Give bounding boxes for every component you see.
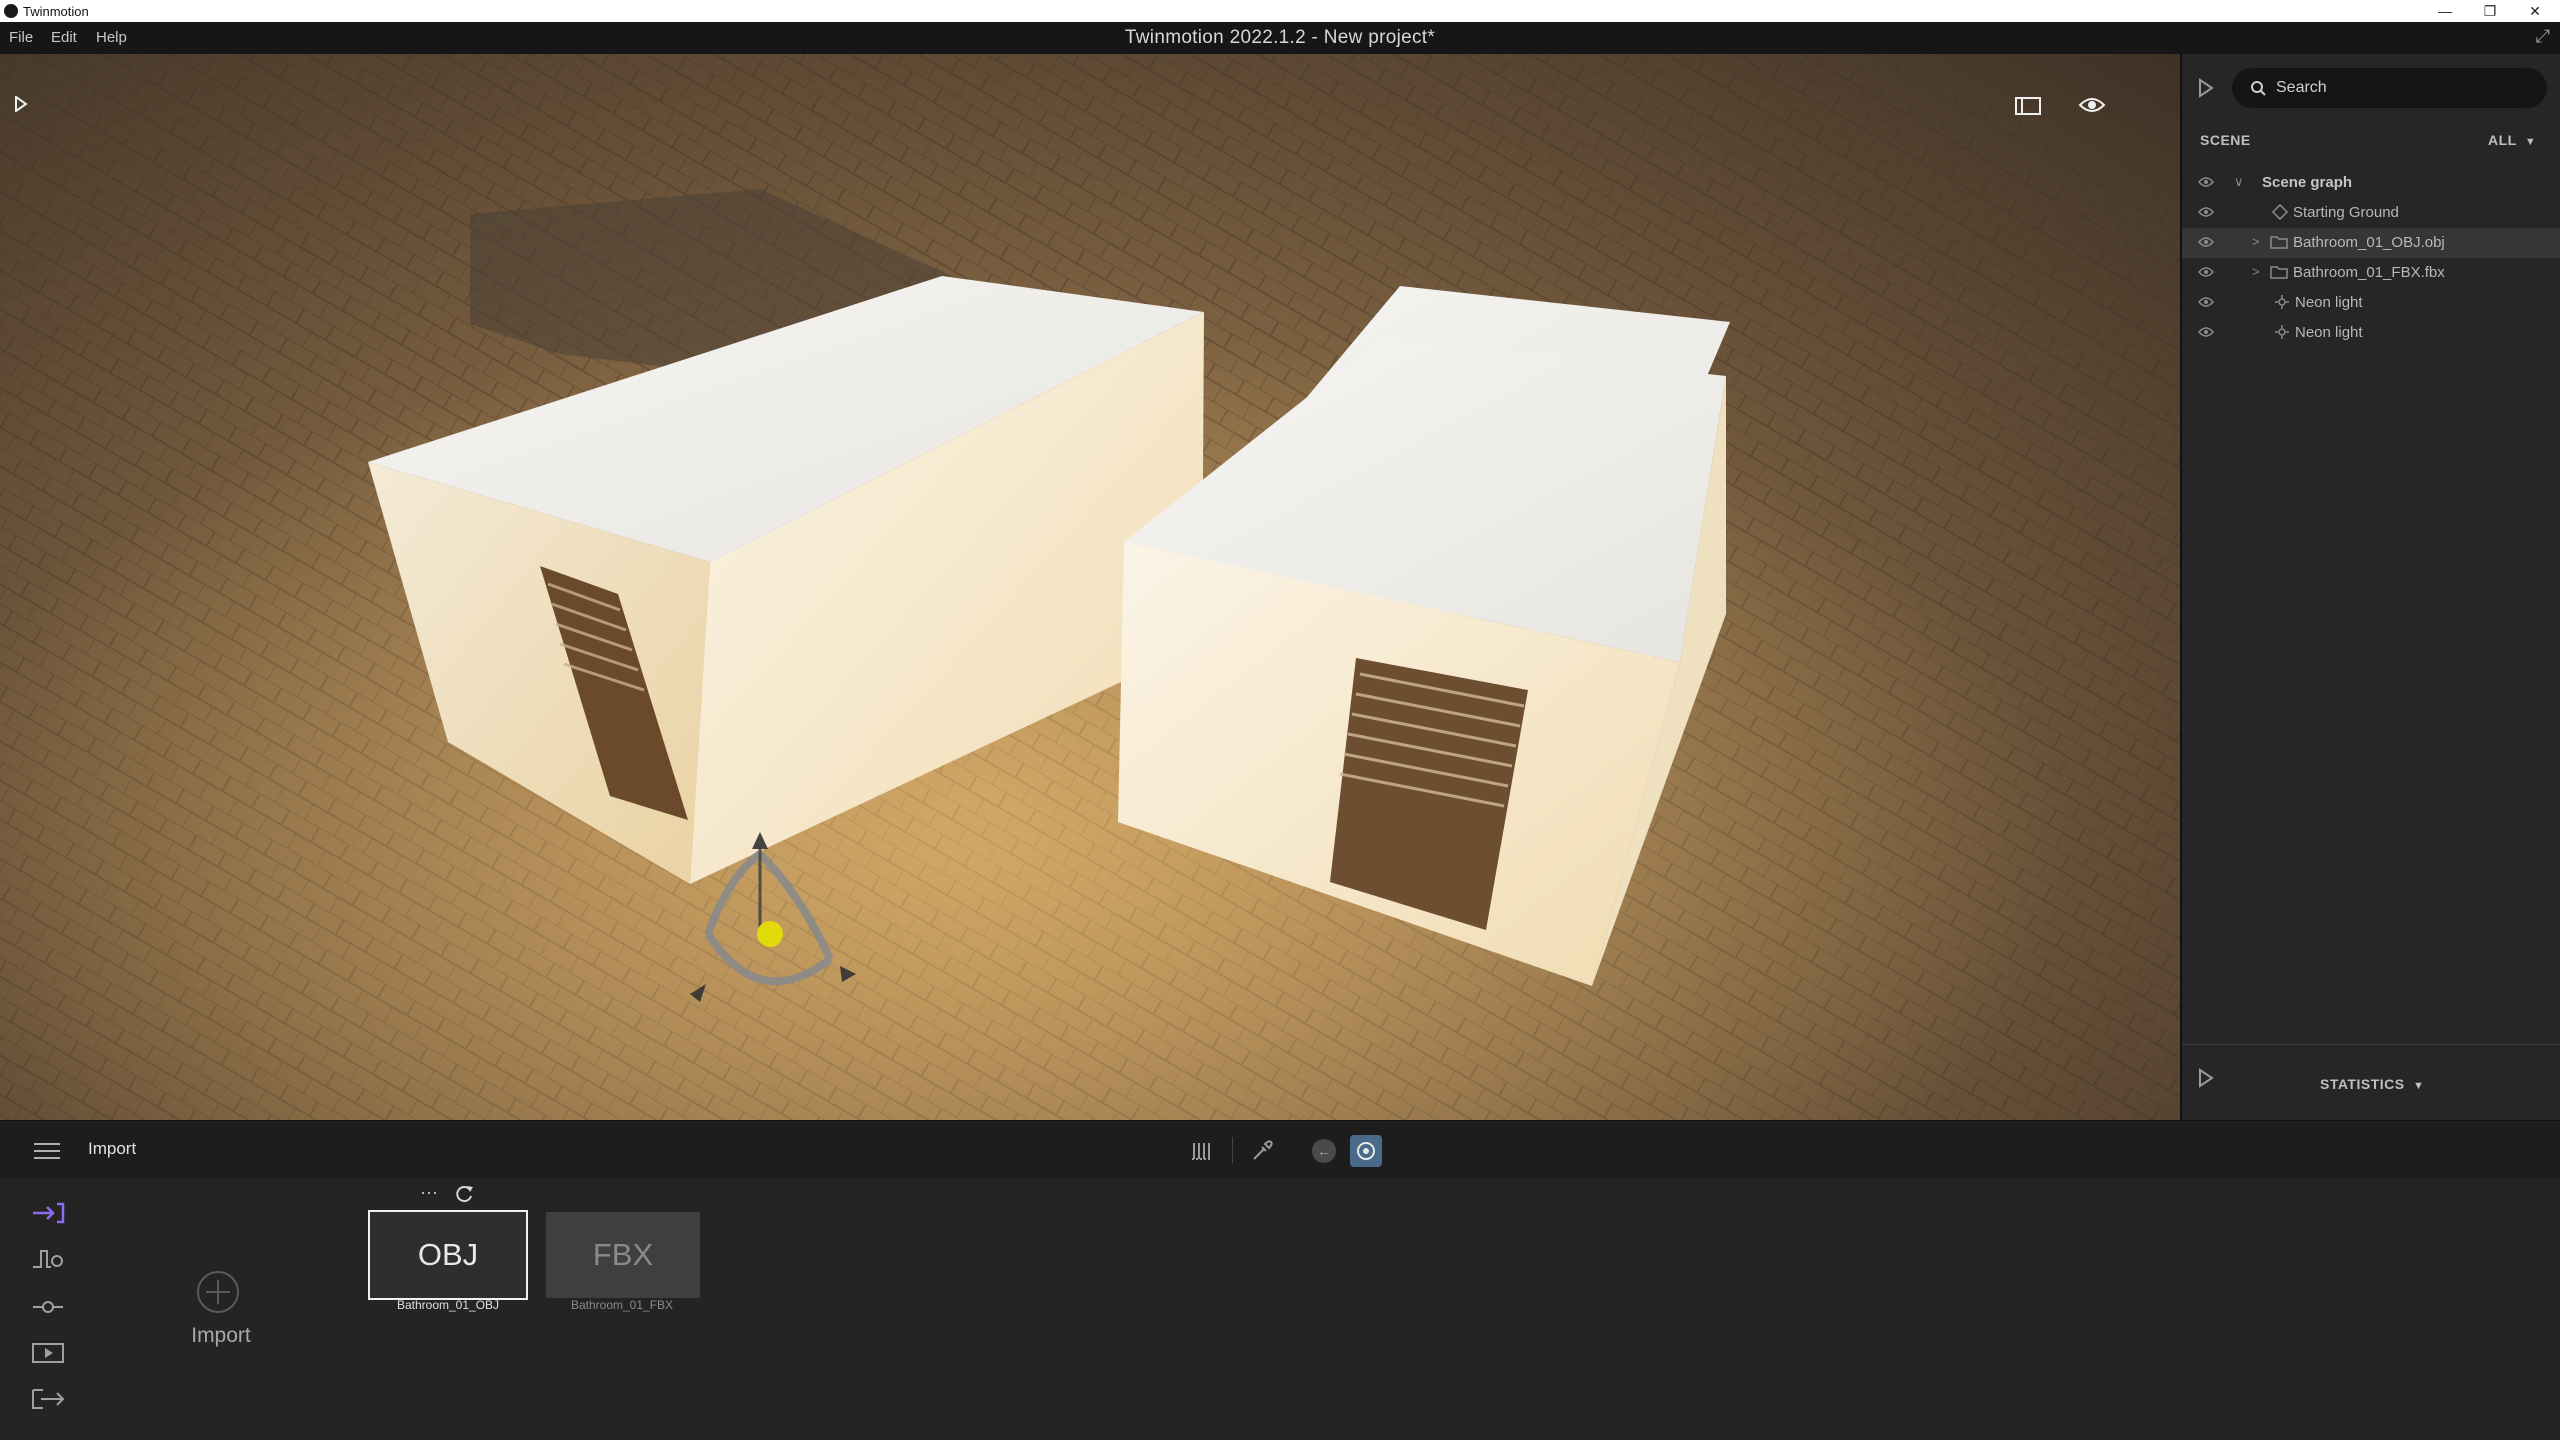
menu-file[interactable]: File: [9, 29, 33, 46]
minimize-button[interactable]: —: [2422, 0, 2468, 22]
tree-label: Bathroom_01_FBX.fbx: [2293, 264, 2445, 281]
statistics-dropdown[interactable]: STATISTICS ▼: [2320, 1076, 2424, 1092]
asset-thumb-obj: OBJ: [417, 1237, 479, 1272]
restore-button[interactable]: ❐: [2467, 0, 2513, 22]
toolbar-separator: [1232, 1137, 1233, 1163]
asset-card-obj[interactable]: OBJ: [368, 1210, 528, 1300]
import-button[interactable]: Import: [174, 1270, 258, 1390]
chevron-down-icon: ▼: [2412, 1080, 2425, 1092]
asset-thumb-fbx: FBX: [592, 1237, 654, 1272]
sync-icon: [1357, 1142, 1375, 1160]
asset-name-obj: Bathroom_01_OBJ: [396, 1298, 500, 1312]
grid-icon[interactable]: [1190, 1139, 1214, 1168]
chevron-expanded-icon[interactable]: ∨: [2234, 174, 2244, 190]
fullscreen-icon[interactable]: ⤢: [2536, 26, 2550, 47]
tree-row-starting-ground[interactable]: Starting Ground: [2182, 198, 2560, 228]
tree-label: Bathroom_01_OBJ.obj: [2293, 234, 2445, 251]
export-tab-icon[interactable]: [30, 1384, 66, 1414]
asset-name-fbx: Bathroom_01_FBX: [570, 1298, 674, 1312]
window-title: Twinmotion 2022.1.2 - New project*: [1124, 27, 1436, 48]
sync-view-button[interactable]: [1350, 1135, 1382, 1167]
tree-label: Starting Ground: [2293, 204, 2399, 221]
media-tab-icon[interactable]: [30, 1338, 66, 1368]
search-icon: [2250, 80, 2266, 101]
eyedropper-icon[interactable]: [1250, 1139, 1274, 1168]
folder-icon: [2270, 234, 2288, 254]
visibility-eye-icon[interactable]: [2198, 295, 2214, 312]
scene-section-label: SCENE: [2200, 132, 2251, 148]
statistics-label: STATISTICS: [2320, 1076, 2405, 1092]
hamburger-menu-icon[interactable]: [32, 1141, 62, 1166]
add-circle-icon: [196, 1270, 240, 1319]
folder-icon: [2270, 264, 2288, 284]
play-icon[interactable]: [14, 96, 38, 120]
tree-row-neon-light[interactable]: Neon light: [2182, 288, 2560, 318]
visibility-eye-icon[interactable]: [2198, 325, 2214, 342]
visibility-eye-icon[interactable]: [2198, 235, 2214, 252]
os-app-name: Twinmotion: [23, 4, 89, 19]
tree-row-bathroom-fbx[interactable]: > Bathroom_01_FBX.fbx: [2182, 258, 2560, 288]
search-input[interactable]: Search: [2232, 68, 2547, 108]
tree-label: Neon light: [2295, 294, 2363, 311]
asset-card-fbx[interactable]: FBX: [546, 1212, 700, 1298]
os-titlebar: Twinmotion — ❐ ✕: [0, 0, 2560, 22]
menu-edit[interactable]: Edit: [51, 29, 77, 46]
context-tab-icon[interactable]: [30, 1244, 66, 1274]
visibility-eye-icon[interactable]: [2198, 265, 2214, 282]
dock-section-title: Import: [88, 1139, 137, 1158]
dock-header: Import ←: [0, 1120, 2560, 1178]
ground-icon: [2271, 203, 2289, 224]
light-icon: [2274, 294, 2290, 314]
tree-label: Scene graph: [2262, 174, 2353, 191]
eye-icon[interactable]: [2078, 96, 2110, 120]
chevron-down-icon: ▼: [2524, 136, 2537, 148]
visibility-eye-icon[interactable]: [2198, 205, 2214, 222]
chevron-right-icon[interactable]: >: [2252, 264, 2260, 279]
frame-icon[interactable]: [2014, 96, 2046, 120]
search-placeholder: Search: [2276, 79, 2327, 96]
filter-dropdown-label: ALL: [2488, 132, 2517, 148]
tree-row-neon-light[interactable]: Neon light: [2182, 318, 2560, 348]
tree-row-scene-graph[interactable]: ∨ Scene graph: [2182, 168, 2560, 198]
menu-help[interactable]: Help: [96, 29, 127, 46]
import-tab-icon[interactable]: [30, 1198, 66, 1228]
panel-divider: [2182, 1044, 2560, 1045]
close-button[interactable]: ✕: [2512, 0, 2558, 22]
tree-label: Neon light: [2295, 324, 2363, 341]
tree-row-bathroom-obj[interactable]: > Bathroom_01_OBJ.obj: [2182, 228, 2560, 258]
more-options-icon[interactable]: ···: [420, 1182, 438, 1203]
filter-dropdown[interactable]: ALL ▼: [2488, 132, 2536, 148]
scene-panel: Search SCENE ALL ▼ ∨ Scene graph Startin…: [2180, 54, 2560, 1120]
menubar: Twinmotion 2022.1.2 - New project* File …: [0, 22, 2560, 54]
refresh-icon[interactable]: [454, 1184, 474, 1209]
back-arrow-icon[interactable]: ←: [1312, 1139, 1336, 1163]
scene-render: [0, 54, 2180, 1120]
path-tab-icon[interactable]: [30, 1292, 66, 1322]
panel-collapse-icon[interactable]: [2198, 78, 2214, 103]
visibility-eye-icon[interactable]: [2198, 175, 2214, 192]
viewport[interactable]: [0, 54, 2180, 1120]
chevron-right-icon[interactable]: >: [2252, 234, 2260, 249]
import-button-label: Import: [191, 1324, 251, 1347]
statistics-expand-icon[interactable]: [2198, 1068, 2214, 1093]
dock: Import ··· OBJ Bathroom_01_OBJ FBX Bathr…: [0, 1178, 2560, 1440]
twinmotion-logo-icon: [4, 4, 18, 18]
light-icon: [2274, 324, 2290, 344]
